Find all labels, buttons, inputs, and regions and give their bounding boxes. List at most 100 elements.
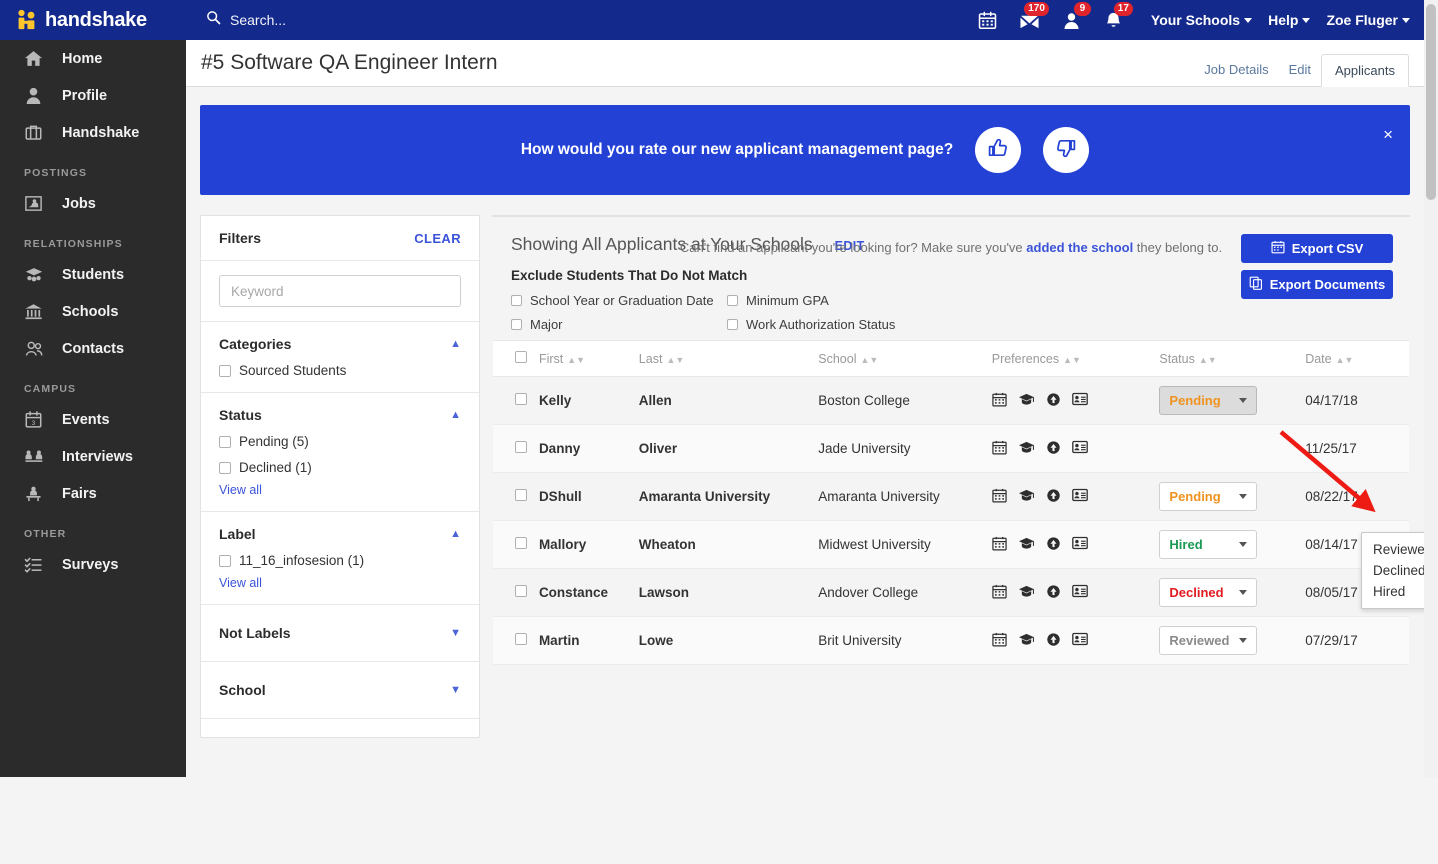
chevron-down-icon[interactable]: ▼	[450, 684, 461, 696]
upload-icon[interactable]	[1046, 536, 1061, 554]
chevron-down-icon[interactable]: ▼	[450, 627, 461, 639]
graduation-cap-icon[interactable]	[1018, 632, 1035, 650]
row-select-cell[interactable]	[493, 424, 539, 473]
keyword-input[interactable]	[219, 275, 461, 307]
id-card-icon[interactable]	[1071, 536, 1088, 553]
export-documents-button[interactable]: Export Documents	[1241, 270, 1393, 299]
checkbox[interactable]	[219, 461, 231, 474]
row-select-cell[interactable]	[493, 568, 539, 617]
brand-logo[interactable]: handshake	[0, 9, 186, 32]
checkbox[interactable]	[727, 319, 738, 330]
select-all-header[interactable]	[493, 340, 539, 377]
sidebar-item-events[interactable]: 3 Events	[0, 401, 186, 438]
cell-status[interactable]: Declined	[1159, 568, 1306, 617]
table-row[interactable]: Danny Oliver Jade University 11/25/17	[493, 424, 1409, 473]
sidebar-item-fairs[interactable]: Fairs	[0, 475, 186, 512]
calendar-icon[interactable]	[992, 536, 1007, 554]
id-card-icon[interactable]	[1071, 632, 1088, 649]
chevron-up-icon[interactable]: ▲	[450, 528, 461, 540]
id-card-icon[interactable]	[1071, 392, 1088, 409]
filter-option-sourced-students[interactable]: Sourced Students	[219, 363, 461, 378]
filter-section-school[interactable]: School ▼	[201, 662, 479, 719]
table-row[interactable]: Mallory Wheaton Midwest University Hired 08/…	[493, 520, 1409, 569]
page-scrollbar-thumb[interactable]	[1426, 4, 1436, 200]
tab-job-details[interactable]: Job Details	[1194, 53, 1278, 86]
checkbox[interactable]	[219, 435, 231, 448]
row-checkbox[interactable]	[515, 441, 527, 453]
graduation-cap-icon[interactable]	[1018, 536, 1035, 554]
status-view-all-link[interactable]: View all	[219, 483, 461, 497]
table-row[interactable]: Martin Lowe Brit University Reviewed 07/29/1…	[493, 616, 1409, 665]
graduation-cap-icon[interactable]	[1018, 440, 1035, 458]
status-dropdown-button[interactable]: Pending	[1159, 482, 1258, 511]
column-header-first[interactable]: First ▲▼	[538, 340, 639, 377]
upload-icon[interactable]	[1046, 392, 1061, 410]
cell-status[interactable]: Pending	[1159, 376, 1306, 425]
sidebar-item-profile[interactable]: Profile	[0, 77, 186, 114]
status-dropdown-button[interactable]: Reviewed	[1159, 626, 1258, 655]
calendar-icon[interactable]	[967, 0, 1009, 40]
checkbox[interactable]	[727, 295, 738, 306]
graduation-cap-icon[interactable]	[1018, 488, 1035, 506]
sidebar-item-contacts[interactable]: Contacts	[0, 330, 186, 367]
calendar-icon[interactable]	[992, 584, 1007, 602]
sidebar-item-surveys[interactable]: Surveys	[0, 546, 186, 583]
calendar-icon[interactable]	[992, 632, 1007, 650]
row-checkbox[interactable]	[515, 489, 527, 501]
id-card-icon[interactable]	[1071, 440, 1088, 457]
row-select-cell[interactable]	[493, 472, 539, 521]
cell-status[interactable]: Pending	[1159, 472, 1306, 521]
cell-status[interactable]: Hired	[1159, 520, 1306, 569]
select-all-checkbox[interactable]	[515, 351, 527, 363]
id-card-icon[interactable]	[1071, 488, 1088, 505]
table-row[interactable]: Constance Lawson Andover College Declined 08…	[493, 568, 1409, 617]
table-row[interactable]: Kelly Allen Boston College Pending 04/17/18	[493, 376, 1409, 425]
filter-option-status-pending[interactable]: Pending (5)	[219, 434, 461, 449]
added-the-school-link[interactable]: added the school	[1026, 240, 1133, 255]
filter-section-not-labels[interactable]: Not Labels ▼	[201, 605, 479, 662]
exclude-option-major[interactable]: Major	[511, 317, 727, 332]
column-header-preferences[interactable]: Preferences ▲▼	[991, 340, 1160, 377]
column-header-school[interactable]: School ▲▼	[818, 340, 992, 377]
status-dropdown-button[interactable]: Hired	[1159, 530, 1258, 559]
status-dropdown-button[interactable]: Pending	[1159, 386, 1258, 415]
row-checkbox[interactable]	[515, 585, 527, 597]
column-header-last[interactable]: Last ▲▼	[638, 340, 819, 377]
row-select-cell[interactable]	[493, 520, 539, 569]
tab-applicants[interactable]: Applicants	[1321, 54, 1409, 87]
exclude-option-school-year[interactable]: School Year or Graduation Date	[511, 293, 727, 308]
nav-user-menu[interactable]: Zoe Fluger	[1326, 12, 1410, 28]
chevron-up-icon[interactable]: ▲	[450, 338, 461, 350]
exclude-option-work-authorization[interactable]: Work Authorization Status	[727, 317, 895, 332]
cell-status[interactable]: Reviewed	[1159, 616, 1306, 665]
row-checkbox[interactable]	[515, 633, 527, 645]
sidebar-item-home[interactable]: Home	[0, 40, 186, 77]
tab-edit[interactable]: Edit	[1279, 53, 1321, 86]
notifications-icon[interactable]: 17	[1093, 0, 1135, 40]
upload-icon[interactable]	[1046, 632, 1061, 650]
row-select-cell[interactable]	[493, 376, 539, 425]
row-checkbox[interactable]	[515, 393, 527, 405]
close-icon[interactable]: ×	[1383, 126, 1393, 143]
nav-your-schools[interactable]: Your Schools	[1151, 12, 1253, 28]
profile-icon[interactable]: 9	[1051, 0, 1093, 40]
sidebar-item-interviews[interactable]: Interviews	[0, 438, 186, 475]
thumbs-down-button[interactable]	[1043, 127, 1090, 173]
cell-status[interactable]	[1159, 424, 1306, 473]
row-select-cell[interactable]	[493, 616, 539, 665]
status-dropdown-button[interactable]: Declined	[1159, 578, 1258, 607]
checkbox[interactable]	[219, 554, 231, 567]
checkbox[interactable]	[219, 364, 231, 377]
graduation-cap-icon[interactable]	[1018, 584, 1035, 602]
filter-option-status-declined[interactable]: Declined (1)	[219, 460, 461, 475]
label-view-all-link[interactable]: View all	[219, 576, 461, 590]
graduation-cap-icon[interactable]	[1018, 392, 1035, 410]
upload-icon[interactable]	[1046, 440, 1061, 458]
nav-help[interactable]: Help	[1268, 12, 1311, 28]
sidebar-item-handshake[interactable]: Handshake	[0, 114, 186, 151]
exclude-option-minimum-gpa[interactable]: Minimum GPA	[727, 293, 895, 308]
calendar-icon[interactable]	[992, 440, 1007, 458]
sidebar-item-schools[interactable]: Schools	[0, 293, 186, 330]
sidebar-item-jobs[interactable]: Jobs	[0, 185, 186, 222]
chevron-up-icon[interactable]: ▲	[450, 409, 461, 421]
